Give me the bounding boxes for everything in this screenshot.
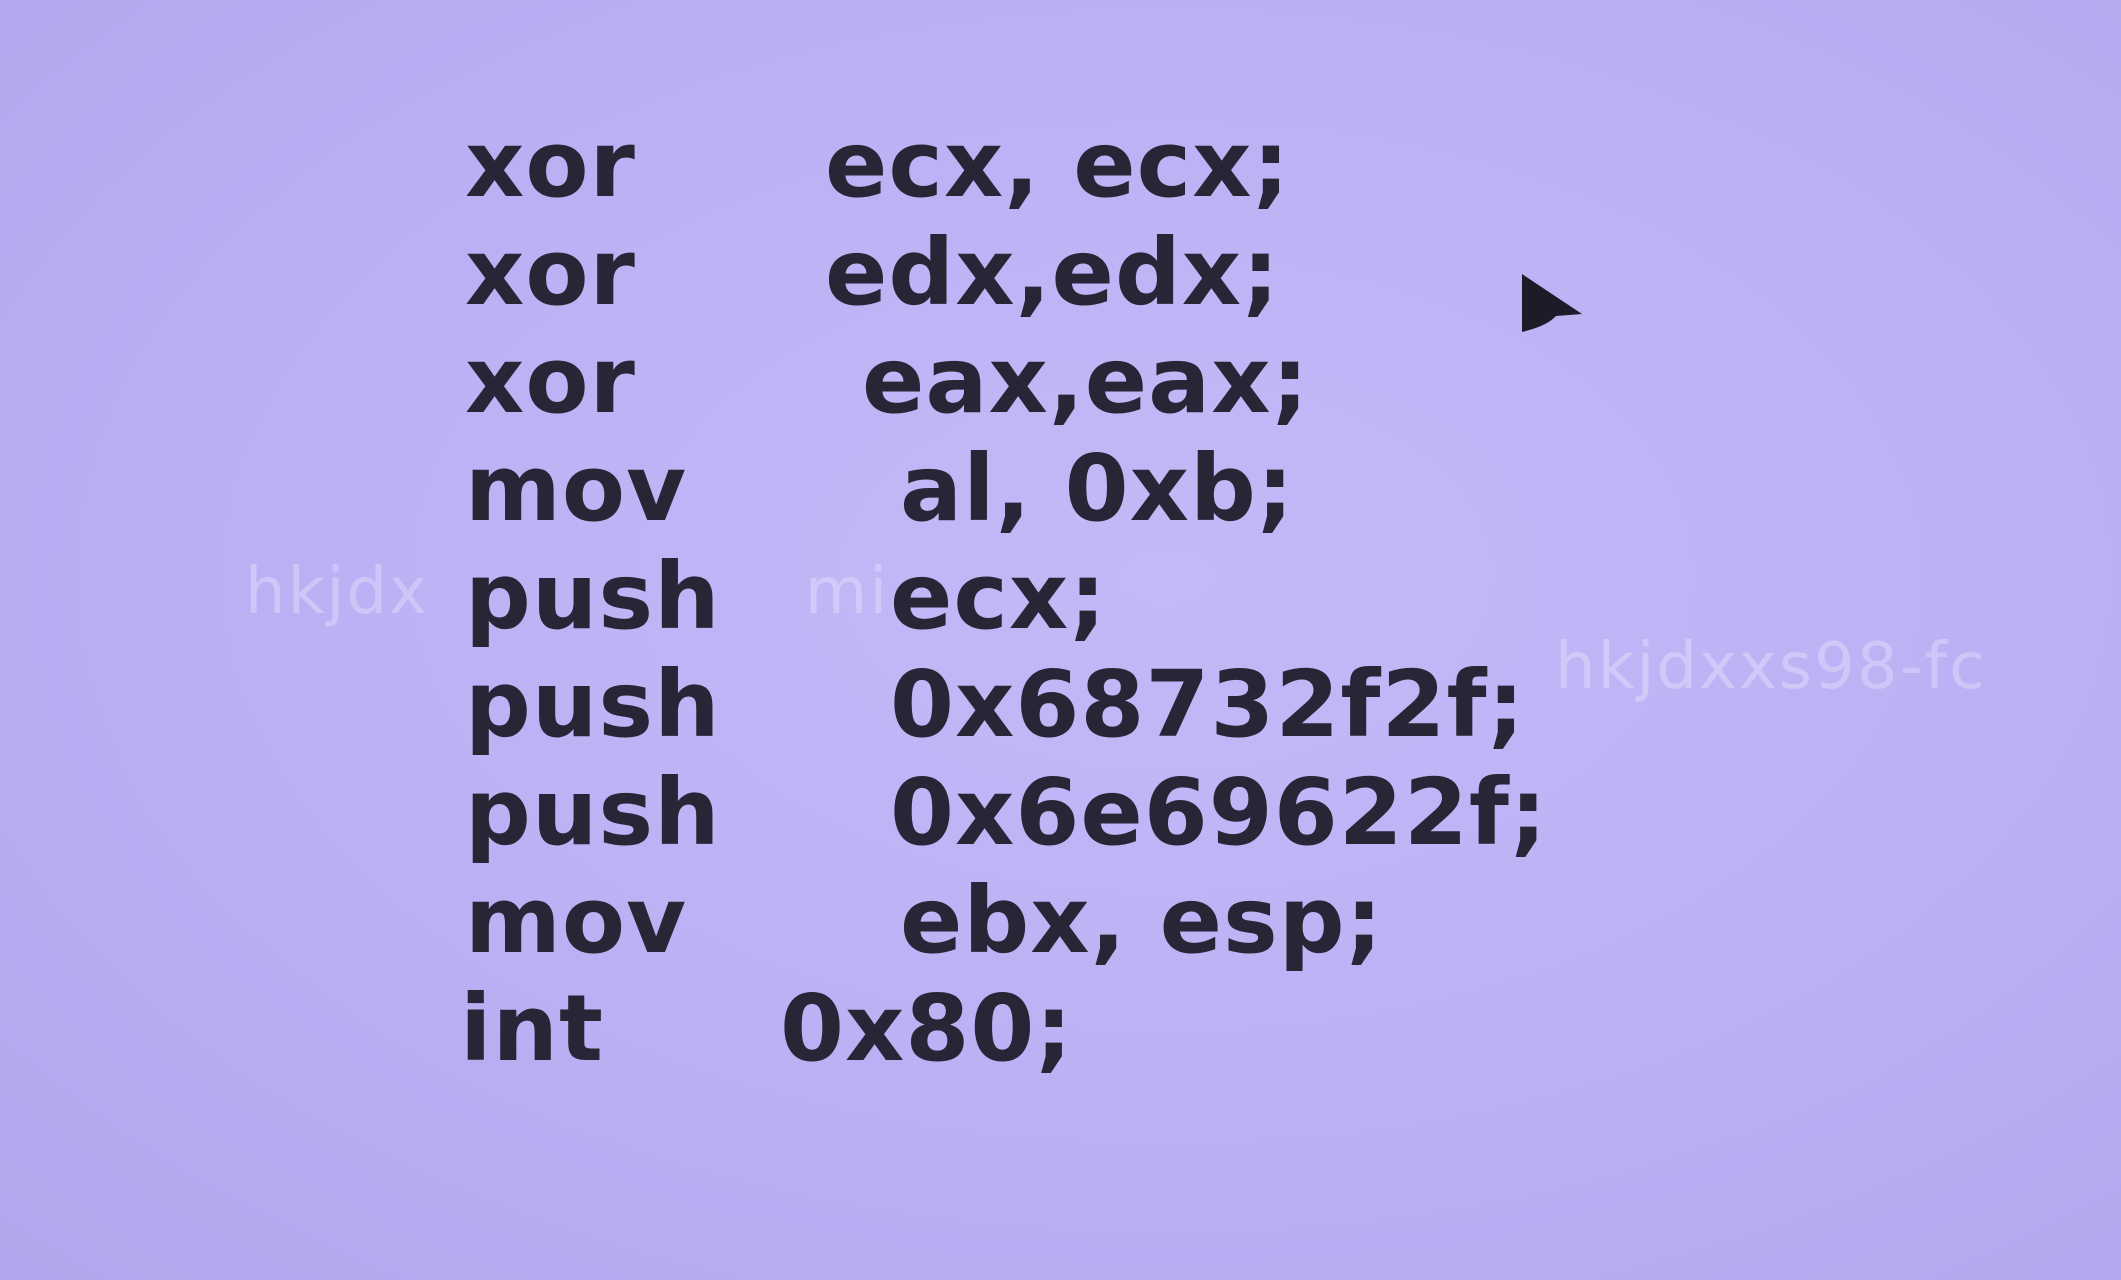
operand: ebx, esp; (900, 867, 1384, 974)
code-line: int 0x80; (0, 974, 2121, 1084)
code-line: mov al, 0xb; (0, 434, 2121, 544)
opcode: xor (465, 219, 636, 326)
code-line: xor ecx, ecx; (0, 110, 2121, 220)
operand: ecx, ecx; (825, 111, 1291, 218)
code-line: mov ebx, esp; (0, 866, 2121, 976)
opcode: mov (465, 435, 688, 542)
operand: 0x6e69622f; (890, 759, 1548, 866)
opcode: xor (465, 111, 636, 218)
operand: ecx; (890, 543, 1108, 650)
opcode: xor (465, 327, 636, 434)
operand: eax,eax; (862, 327, 1310, 434)
operand: edx,edx; (825, 219, 1280, 326)
mouse-pointer-icon (1522, 274, 1582, 332)
presentation-screen: hkjdx mi hkjdxxs98-fc xor ecx, ecx; xor … (0, 0, 2121, 1280)
operand: 0x80; (780, 975, 1074, 1082)
opcode: mov (465, 867, 688, 974)
opcode: push (465, 651, 721, 758)
opcode: push (465, 759, 721, 866)
operand: al, 0xb; (900, 435, 1295, 542)
code-line: xor eax,eax; (0, 326, 2121, 436)
code-line: push 0x6e69622f; (0, 758, 2121, 868)
assembly-code-block: xor ecx, ecx; xor edx,edx; xor eax,eax; … (0, 0, 2121, 1280)
opcode: int (460, 975, 605, 1082)
code-line: push 0x68732f2f; (0, 650, 2121, 760)
code-line: push ecx; (0, 542, 2121, 652)
code-line: xor edx,edx; (0, 218, 2121, 328)
operand: 0x68732f2f; (890, 651, 1526, 758)
opcode: push (465, 543, 721, 650)
